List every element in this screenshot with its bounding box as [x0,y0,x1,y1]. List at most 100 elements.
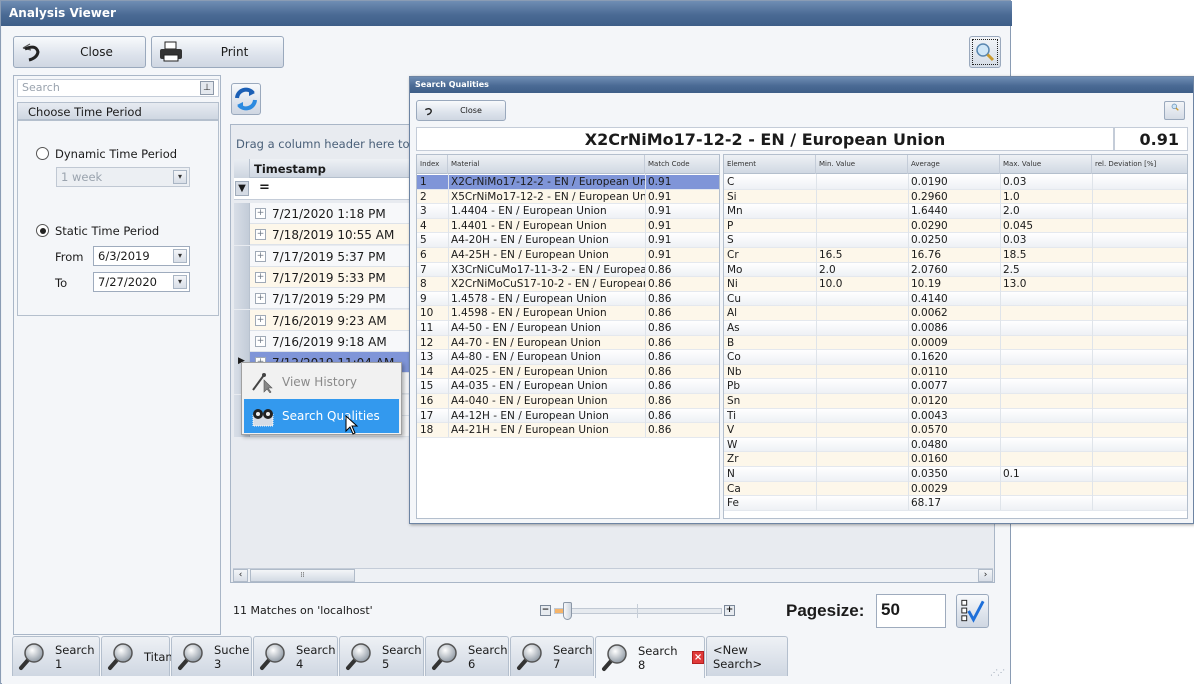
table-row[interactable]: 9 1.4578 - EN / European Union 0.86 [417,291,719,307]
row-selector[interactable] [234,266,250,288]
table-row[interactable]: Zr 0.0160 [724,452,1187,467]
table-row[interactable]: N 0.0350 0.1 [724,467,1187,482]
table-row[interactable]: 14 A4-025 - EN / European Union 0.86 [417,364,719,380]
time-period-section-header[interactable]: Choose Time Period [17,102,219,120]
table-row[interactable]: Co 0.1620 [724,350,1187,365]
apply-pagesize-button[interactable] [956,594,989,628]
expand-icon[interactable]: + [255,229,266,241]
table-row[interactable]: 11 A4-50 - EN / European Union 0.86 [417,321,719,336]
table-row[interactable]: V 0.0570 [724,423,1187,438]
tab-search-8[interactable]: Search 8 × [595,636,705,678]
column-header-rel-deviation[interactable]: rel. Deviation [%] [1092,155,1189,174]
table-row[interactable]: 6 A4-25H - EN / European Union 0.91 [417,248,719,263]
table-row[interactable]: Mo 2.0 2.0760 2.5 [724,262,1187,278]
zoom-slider[interactable]: − + [540,602,736,620]
table-row[interactable]: Mn 1.6440 2.0 [724,204,1187,219]
table-row[interactable]: Cr 16.5 16.76 18.5 [724,248,1187,263]
column-header-material[interactable]: Material [448,155,645,174]
table-row[interactable]: +7/21/2020 1:18 PM [234,203,414,224]
zoom-out-button[interactable]: − [540,605,551,616]
table-row[interactable]: 17 A4-12H - EN / European Union 0.86 [417,408,719,424]
refresh-button[interactable] [231,83,261,115]
row-selector[interactable] [234,330,250,352]
table-row[interactable]: +7/17/2019 5:37 PM [234,245,414,267]
slider-track[interactable] [554,608,722,614]
to-date-picker[interactable]: 7/27/2020 ▾ [93,272,190,292]
scroll-thumb[interactable]: ⁞⁞ [250,569,355,582]
dynamic-time-period-radio[interactable] [36,147,49,160]
tab-search-5[interactable]: Search 5 [339,636,424,676]
zoom-in-button[interactable]: + [724,605,735,616]
table-row[interactable]: P 0.0290 0.045 [724,218,1187,234]
tab-suche-3[interactable]: Suche 3 [171,636,252,676]
row-selector[interactable] [234,245,250,267]
table-row[interactable]: As 0.0086 [724,321,1187,336]
table-row[interactable]: +7/16/2019 9:23 AM [234,309,414,331]
print-button[interactable]: Print [151,36,284,68]
table-row[interactable]: Cu 0.4140 [724,291,1187,307]
table-row[interactable]: Si 0.2960 1.0 [724,189,1187,205]
scroll-left-arrow[interactable]: ‹ [233,569,248,582]
horizontal-scrollbar[interactable]: ‹ ⁞⁞ › [233,568,993,582]
table-row[interactable]: +7/18/2019 10:55 AM [234,224,414,246]
expand-icon[interactable]: + [255,335,266,347]
expand-icon[interactable]: + [255,208,266,219]
static-time-period-radio[interactable] [36,224,49,237]
menu-item-search-qualities[interactable]: Search Qualities [244,399,399,433]
table-row[interactable]: +7/16/2019 9:18 AM [234,330,414,352]
table-row[interactable]: Ca 0.0029 [724,481,1187,497]
row-selector[interactable] [234,288,250,310]
expand-icon[interactable]: + [255,314,266,326]
column-header-element[interactable]: Element [724,155,816,174]
table-row[interactable]: 4 1.4401 - EN / European Union 0.91 [417,218,719,234]
row-selector[interactable] [234,224,250,246]
tab-search-7[interactable]: Search 7 [510,636,594,676]
expand-icon[interactable]: + [255,293,266,305]
pin-icon[interactable]: ⊥ [200,81,214,95]
resize-grip-icon[interactable]: ⋰⋰ [990,668,1005,677]
table-row[interactable]: Al 0.0062 [724,306,1187,321]
table-row[interactable]: Ti 0.0043 [724,408,1187,424]
expand-icon[interactable]: + [255,271,266,283]
table-row[interactable]: 13 A4-80 - EN / European Union 0.86 [417,350,719,365]
slider-thumb[interactable] [563,602,573,620]
table-row[interactable]: +7/17/2019 5:33 PM [234,266,414,288]
column-header-max-value[interactable]: Max. Value [1000,155,1092,174]
filter-search-input[interactable]: Search [17,79,219,97]
tab-search-6[interactable]: Search 6 [425,636,509,676]
timestamp-column-header[interactable]: Timestamp [254,162,326,176]
filter-operator[interactable]: = [259,180,270,195]
from-date-picker[interactable]: 6/3/2019 ▾ [93,246,190,266]
table-row[interactable]: Fe 68.17 [724,496,1187,511]
scroll-right-arrow[interactable]: › [978,569,993,582]
search-button[interactable] [969,36,1001,68]
filter-icon[interactable]: ▼ [235,181,249,196]
table-row[interactable]: Sn 0.0120 [724,394,1187,409]
table-row[interactable]: 15 A4-035 - EN / European Union 0.86 [417,379,719,394]
table-row[interactable]: B 0.0009 [724,335,1187,351]
table-row[interactable]: 12 A4-70 - EN / European Union 0.86 [417,335,719,351]
row-selector[interactable] [234,203,250,224]
table-row[interactable]: 5 A4-20H - EN / European Union 0.91 [417,233,719,248]
column-header-min-value[interactable]: Min. Value [816,155,908,174]
table-row[interactable]: 7 X3CrNiCuMo17-11-3-2 - EN / European... 0… [417,262,719,278]
tab-new-search[interactable]: <New Search> [706,636,788,676]
column-header-average[interactable]: Average [908,155,1000,174]
close-tab-icon[interactable]: × [692,651,704,664]
table-row[interactable]: 10 1.4598 - EN / European Union 0.86 [417,306,719,321]
tab-titan[interactable]: Titan [101,636,173,676]
table-row[interactable]: S 0.0250 0.03 [724,233,1187,248]
table-row[interactable]: 8 X2CrNiMoCuS17-10-2 - EN / European ... 0… [417,277,719,292]
table-row[interactable]: W 0.0480 [724,437,1187,453]
table-row[interactable]: 18 A4-21H - EN / European Union 0.86 [417,423,719,438]
chevron-down-icon[interactable]: ▾ [173,275,187,289]
pagesize-input[interactable]: 50 [876,594,946,628]
table-row[interactable]: Nb 0.0110 [724,364,1187,380]
table-row[interactable]: 1 X2CrNiMo17-12-2 - EN / European Union 0.… [417,175,719,190]
column-header-match-code[interactable]: Match Code [645,155,721,174]
dialog-search-button[interactable] [1164,101,1185,120]
table-row[interactable]: +7/17/2019 5:29 PM [234,288,414,310]
expand-icon[interactable]: + [255,250,266,262]
table-row[interactable]: 2 X5CrNiMo17-12-2 - EN / European Union 0.… [417,189,719,205]
column-header-index[interactable]: Index [417,155,448,174]
